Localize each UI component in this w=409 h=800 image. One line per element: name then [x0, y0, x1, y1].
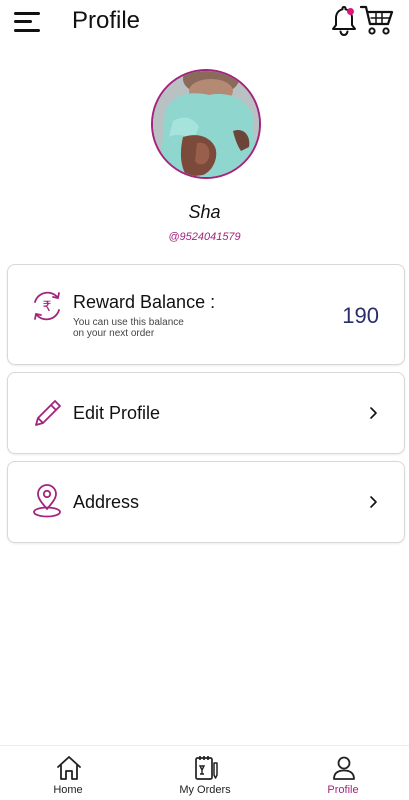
user-phone: @9524041579 — [168, 231, 241, 243]
user-icon — [333, 756, 355, 780]
notification-dot — [347, 8, 354, 15]
bottom-navigation: Home My Orders Profile — [0, 745, 409, 800]
nav-my-orders[interactable]: My Orders — [155, 746, 255, 800]
reward-balance-subtitle: You can use this balance on your next or… — [73, 317, 223, 339]
profile-avatar[interactable] — [151, 69, 261, 179]
svg-text:₹: ₹ — [43, 299, 52, 315]
edit-profile-button[interactable]: Edit Profile — [7, 372, 405, 454]
hamburger-menu-icon[interactable] — [14, 10, 42, 34]
rupee-refresh-icon: ₹ — [34, 291, 60, 321]
reward-balance-card: ₹ Reward Balance : You can use this bala… — [7, 264, 405, 365]
home-icon — [57, 756, 81, 780]
nav-home-label: Home — [53, 784, 83, 796]
page-title: Profile — [72, 7, 141, 34]
pencil-icon — [35, 400, 61, 426]
bell-icon[interactable] — [330, 4, 358, 38]
location-pin-icon — [33, 484, 61, 518]
orders-icon — [195, 756, 218, 780]
edit-profile-label: Edit Profile — [73, 403, 161, 423]
chevron-right-icon — [370, 407, 377, 419]
nav-profile[interactable]: Profile — [293, 746, 393, 800]
nav-home[interactable]: Home — [18, 746, 118, 800]
user-name: Sha — [188, 202, 221, 222]
reward-subtitle-line1: You can use this balance — [73, 317, 184, 328]
address-button[interactable]: Address — [7, 461, 405, 543]
reward-subtitle-line2: on your next order — [73, 328, 155, 339]
nav-my-orders-label: My Orders — [179, 784, 231, 796]
cart-icon[interactable] — [360, 4, 394, 36]
app-header: Profile — [0, 0, 409, 44]
address-label: Address — [73, 492, 140, 512]
reward-balance-title: Reward Balance : — [73, 292, 216, 312]
reward-balance-value: 190 — [342, 303, 379, 328]
chevron-right-icon — [370, 496, 377, 508]
nav-profile-label: Profile — [327, 784, 359, 796]
avatar-photo — [153, 71, 259, 177]
